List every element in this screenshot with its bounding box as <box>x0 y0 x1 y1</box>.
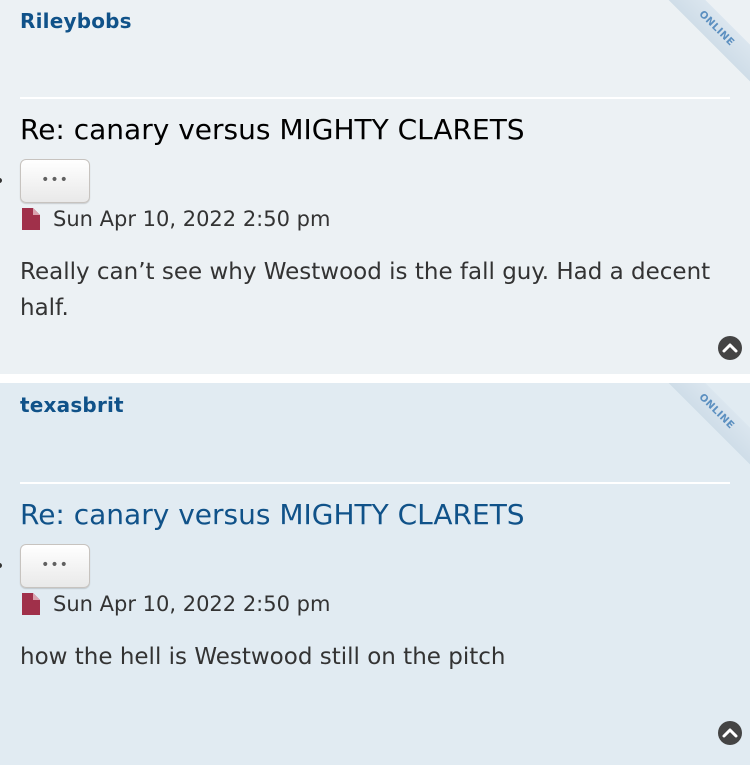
post-actions-button[interactable]: ••• <box>20 159 90 203</box>
post-author-link[interactable]: Rileybobs <box>20 9 132 33</box>
post-date: Sun Apr 10, 2022 2:50 pm <box>53 207 331 231</box>
post-document-icon[interactable] <box>22 208 40 230</box>
post-content: how the hell is Westwood still on the pi… <box>20 644 506 670</box>
chevron-up-circle-icon[interactable] <box>718 721 742 745</box>
online-status-ribbon: ONLINE <box>657 383 750 471</box>
post-date: Sun Apr 10, 2022 2:50 pm <box>53 592 331 616</box>
post-content: Really can’t see why Westwood is the fal… <box>20 259 711 321</box>
post-title: Re: canary versus MIGHTY CLARETS <box>20 113 525 146</box>
post-author-link[interactable]: texasbrit <box>20 393 124 417</box>
post: Rileybobs ONLINE Re: canary versus MIGHT… <box>0 0 750 374</box>
post: texasbrit ONLINE Re: canary versus MIGHT… <box>0 383 750 765</box>
chevron-up-circle-icon[interactable] <box>718 336 742 360</box>
post-divider <box>20 482 730 484</box>
post-divider <box>20 97 730 99</box>
bullet-dot <box>0 178 2 183</box>
online-status-ribbon: ONLINE <box>657 0 750 88</box>
post-title-link[interactable]: Re: canary versus MIGHTY CLARETS <box>20 498 525 531</box>
post-actions-button[interactable]: ••• <box>20 544 90 588</box>
bullet-dot <box>0 563 2 568</box>
post-document-icon[interactable] <box>22 593 40 615</box>
